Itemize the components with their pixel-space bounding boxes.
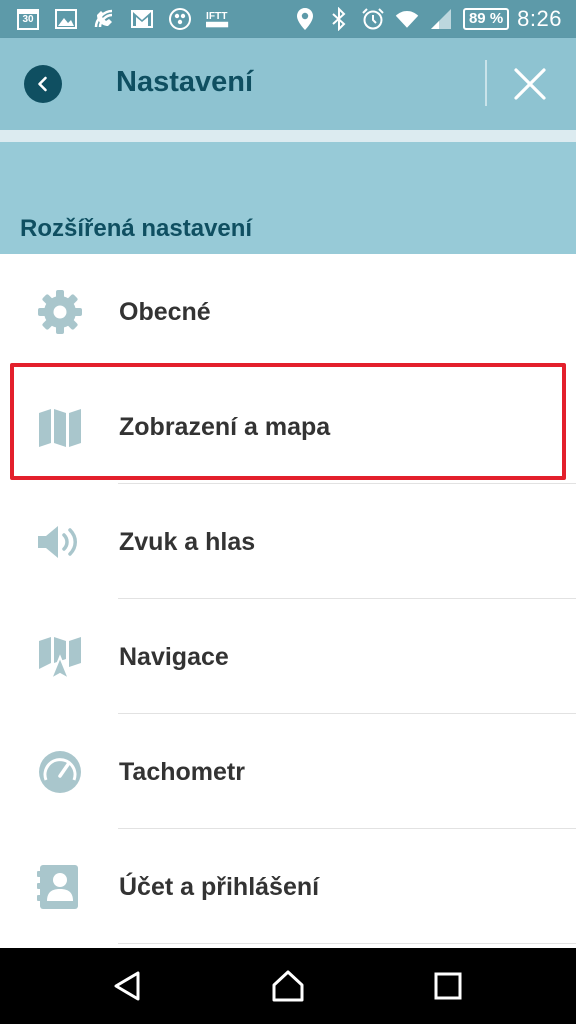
app-bar: Nastavení bbox=[0, 38, 576, 130]
menu-item-account-login[interactable]: Účet a přihlášení bbox=[0, 829, 576, 944]
image-icon bbox=[54, 7, 78, 31]
wifi-icon bbox=[395, 7, 419, 31]
divider bbox=[118, 943, 576, 944]
gear-icon bbox=[36, 288, 84, 336]
back-arrow-icon bbox=[38, 76, 47, 92]
speedometer-icon bbox=[36, 748, 84, 796]
close-icon bbox=[514, 68, 546, 100]
location-icon bbox=[293, 7, 317, 31]
close-button[interactable] bbox=[512, 66, 548, 102]
menu-item-label: Obecné bbox=[119, 298, 211, 326]
navigation-map-icon bbox=[36, 633, 84, 682]
clock: 8:26 bbox=[517, 6, 562, 31]
section-title: Rozšířená nastavení bbox=[20, 215, 253, 242]
ifttt-icon: IFTT bbox=[206, 7, 230, 31]
menu-item-sound-voice[interactable]: Zvuk a hlas bbox=[0, 484, 576, 599]
navigation-bar bbox=[0, 948, 576, 1024]
bluetooth-icon bbox=[327, 7, 351, 31]
menu-item-general[interactable]: Obecné bbox=[0, 254, 576, 369]
menu-item-navigation[interactable]: Navigace bbox=[0, 599, 576, 714]
home-icon[interactable] bbox=[270, 968, 306, 1004]
highlight-box bbox=[10, 363, 566, 480]
svg-text:IFTT: IFTT bbox=[206, 11, 228, 22]
page-title: Nastavení bbox=[116, 66, 254, 98]
divider bbox=[485, 60, 487, 106]
menu-item-label: Zvuk a hlas bbox=[119, 528, 256, 556]
signal-icon bbox=[429, 7, 453, 31]
back-triangle-icon[interactable] bbox=[110, 968, 146, 1004]
menu-item-label: Tachometr bbox=[119, 758, 245, 786]
status-bar: 30 IFTT 89 % 8:26 bbox=[0, 0, 576, 38]
battery-indicator: 89 % bbox=[462, 8, 510, 30]
calendar-day-text: 30 bbox=[22, 14, 34, 25]
menu-item-label: Účet a přihlášení bbox=[119, 873, 320, 901]
alarm-icon bbox=[361, 7, 385, 31]
calendar-icon: 30 bbox=[16, 7, 40, 31]
section-header: Rozšířená nastavení bbox=[0, 130, 576, 254]
settings-list: Obecné Zobrazení a mapa Zvuk a hlas Navi… bbox=[0, 254, 576, 944]
speaker-icon bbox=[36, 518, 84, 566]
wifi-calling-icon bbox=[92, 7, 116, 31]
account-card-icon bbox=[36, 863, 84, 911]
menu-item-label: Navigace bbox=[119, 643, 229, 671]
recents-icon[interactable] bbox=[430, 968, 466, 1004]
gmail-icon bbox=[130, 7, 154, 31]
menu-item-speedometer[interactable]: Tachometr bbox=[0, 714, 576, 829]
app-icon bbox=[168, 7, 192, 31]
back-button[interactable] bbox=[24, 65, 62, 103]
